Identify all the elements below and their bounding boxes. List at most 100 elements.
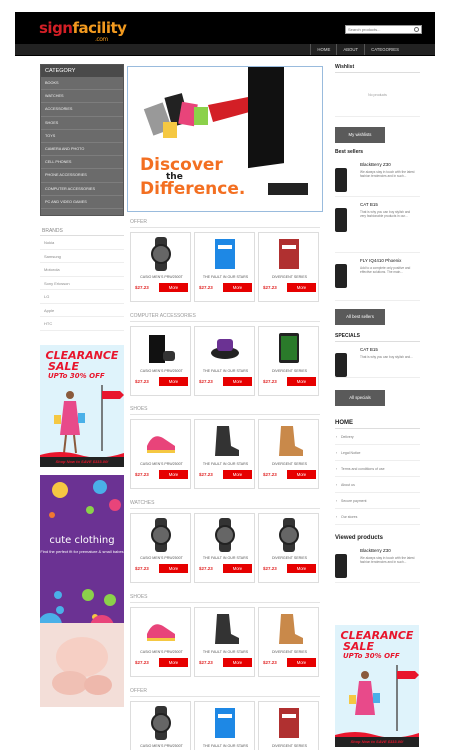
product-name[interactable]: DIVERGENT SERIES bbox=[259, 275, 320, 279]
boot-icon[interactable] bbox=[273, 424, 305, 458]
brand-item[interactable]: HTC bbox=[40, 317, 124, 331]
product-card[interactable]: DIVERGENT SERIES$27.23More bbox=[258, 326, 319, 396]
watch-icon[interactable] bbox=[273, 518, 305, 552]
product-name[interactable]: CASIO MEN'S PRW2500T bbox=[131, 369, 192, 373]
all-bestsellers-button[interactable]: All best sellers bbox=[335, 309, 385, 325]
home-link[interactable]: About us bbox=[335, 477, 420, 493]
product-name[interactable]: CAT B15 bbox=[360, 202, 415, 207]
product-name[interactable]: DIVERGENT SERIES bbox=[259, 556, 320, 560]
product-name[interactable]: BlackBerry Z30 bbox=[360, 162, 415, 167]
product-card[interactable]: THE FAULT IN OUR STARS$27.23More bbox=[194, 701, 255, 750]
console-icon[interactable] bbox=[145, 331, 177, 365]
product-card[interactable]: CASIO MEN'S PRW2500T$27.23More bbox=[130, 513, 191, 583]
more-button[interactable]: More bbox=[287, 564, 316, 573]
more-button[interactable]: More bbox=[159, 658, 188, 667]
category-item[interactable]: TOYS bbox=[41, 130, 123, 143]
watch-icon[interactable] bbox=[145, 237, 177, 271]
category-item[interactable]: CELL PHONES bbox=[41, 156, 123, 170]
product-card[interactable]: THE FAULT IN OUR STARS$27.23More bbox=[194, 607, 255, 677]
banner-cta[interactable]: Shop Now to SAVE $333.00! bbox=[335, 737, 419, 747]
category-item[interactable]: PC AND VIDEO GAMES bbox=[41, 196, 123, 209]
nav-about[interactable]: ABOUT bbox=[336, 44, 364, 55]
home-link[interactable]: Secure payment bbox=[335, 493, 420, 509]
product-card[interactable]: DIVERGENT SERIES$27.23More bbox=[258, 232, 319, 302]
all-specials-button[interactable]: All specials bbox=[335, 390, 385, 406]
book-icon[interactable] bbox=[209, 237, 241, 271]
shoe-icon[interactable] bbox=[145, 612, 177, 646]
brand-item[interactable]: Apple bbox=[40, 304, 124, 317]
product-card[interactable]: THE FAULT IN OUR STARS$27.23More bbox=[194, 326, 255, 396]
product-name[interactable]: DIVERGENT SERIES bbox=[259, 462, 320, 466]
banner-cta[interactable]: Shop Now to SAVE $333.00! bbox=[40, 457, 124, 467]
shoe-icon[interactable] bbox=[145, 424, 177, 458]
more-button[interactable]: More bbox=[223, 377, 252, 386]
watch-icon[interactable] bbox=[209, 518, 241, 552]
nav-home[interactable]: HOME bbox=[310, 44, 336, 55]
more-button[interactable]: More bbox=[287, 658, 316, 667]
product-name[interactable]: DIVERGENT SERIES bbox=[259, 650, 320, 654]
product-card[interactable]: THE FAULT IN OUR STARS$27.23More bbox=[194, 232, 255, 302]
home-link[interactable]: Delivery bbox=[335, 429, 420, 445]
product-card[interactable]: CASIO MEN'S PRW2500T$27.23More bbox=[130, 326, 191, 396]
clearance-sale-banner-right[interactable]: CLEARANCE SALE UPTo 30% OFF Shop Now to … bbox=[335, 625, 419, 747]
home-link[interactable]: Legal Notice bbox=[335, 445, 420, 461]
more-button[interactable]: More bbox=[287, 283, 316, 292]
site-logo[interactable]: signfacility .com bbox=[39, 19, 127, 43]
product-card[interactable]: DIVERGENT SERIES$27.23More bbox=[258, 513, 319, 583]
product-card[interactable]: DIVERGENT SERIES$27.23More bbox=[258, 701, 319, 750]
bestseller-item[interactable]: FLY IQ4410 Phoenix Add to a complete onl… bbox=[335, 253, 420, 301]
brand-item[interactable]: Nokia bbox=[40, 236, 124, 250]
book-icon[interactable] bbox=[273, 237, 305, 271]
product-card[interactable]: THE FAULT IN OUR STARS$27.23More bbox=[194, 513, 255, 583]
product-name[interactable]: CASIO MEN'S PRW2500T bbox=[131, 744, 192, 748]
product-name[interactable]: THE FAULT IN OUR STARS bbox=[195, 556, 256, 560]
more-button[interactable]: More bbox=[223, 658, 252, 667]
book-icon[interactable] bbox=[273, 706, 305, 740]
brand-item[interactable]: Sony Ericsson bbox=[40, 277, 124, 290]
category-item[interactable]: WATCHES bbox=[41, 90, 123, 104]
search-input[interactable] bbox=[346, 26, 412, 33]
more-button[interactable]: More bbox=[159, 377, 188, 386]
product-name[interactable]: DIVERGENT SERIES bbox=[259, 369, 320, 373]
product-name[interactable]: BlackBerry Z30 bbox=[360, 548, 415, 553]
gadget-icon[interactable] bbox=[209, 331, 241, 365]
product-name[interactable]: CAT B15 bbox=[360, 347, 420, 352]
product-card[interactable]: CASIO MEN'S PRW2500T$27.23More bbox=[130, 701, 191, 750]
product-name[interactable]: CASIO MEN'S PRW2500T bbox=[131, 556, 192, 560]
more-button[interactable]: More bbox=[223, 470, 252, 479]
more-button[interactable]: More bbox=[287, 377, 316, 386]
boot-icon[interactable] bbox=[209, 612, 241, 646]
more-button[interactable]: More bbox=[159, 283, 188, 292]
more-button[interactable]: More bbox=[287, 470, 316, 479]
clearance-sale-banner[interactable]: CLEARANCE SALE UPTo 30% OFF Shop Now to … bbox=[40, 345, 124, 467]
product-card[interactable]: DIVERGENT SERIES$27.23More bbox=[258, 607, 319, 677]
category-item[interactable]: ACCESSORIES bbox=[41, 103, 123, 117]
product-card[interactable]: CASIO MEN'S PRW2500T$27.23More bbox=[130, 232, 191, 302]
product-card[interactable]: CASIO MEN'S PRW2500T$27.23More bbox=[130, 419, 191, 489]
watch-icon[interactable] bbox=[145, 706, 177, 740]
product-card[interactable]: DIVERGENT SERIES$27.23More bbox=[258, 419, 319, 489]
product-name[interactable]: DIVERGENT SERIES bbox=[259, 744, 320, 748]
watch-icon[interactable] bbox=[145, 518, 177, 552]
product-name[interactable]: THE FAULT IN OUR STARS bbox=[195, 275, 256, 279]
nav-categories[interactable]: CATEGORIES bbox=[364, 44, 405, 55]
more-button[interactable]: More bbox=[223, 283, 252, 292]
more-button[interactable]: More bbox=[159, 564, 188, 573]
brand-item[interactable]: LG bbox=[40, 290, 124, 304]
product-name[interactable]: CASIO MEN'S PRW2500T bbox=[131, 650, 192, 654]
category-item[interactable]: CAMERA AND PHOTO bbox=[41, 143, 123, 157]
product-name[interactable]: THE FAULT IN OUR STARS bbox=[195, 744, 256, 748]
brand-item[interactable]: Motorola bbox=[40, 263, 124, 277]
tablet-icon[interactable] bbox=[273, 331, 305, 365]
home-link[interactable]: Our stores bbox=[335, 509, 420, 525]
category-item[interactable]: PHONE ACCESSORIES bbox=[41, 169, 123, 183]
bestseller-item[interactable]: CAT B15 That is why you can buy stylish … bbox=[335, 197, 420, 253]
product-card[interactable]: CASIO MEN'S PRW2500T$27.23More bbox=[130, 607, 191, 677]
book-icon[interactable] bbox=[209, 706, 241, 740]
more-button[interactable]: More bbox=[159, 470, 188, 479]
category-item[interactable]: COMPUTER ACCESSORIES bbox=[41, 183, 123, 196]
cute-clothing-banner[interactable]: cute clothing Find the perfect fit for p… bbox=[40, 475, 124, 707]
boot-icon[interactable] bbox=[273, 612, 305, 646]
home-link[interactable]: Terms and conditions of use bbox=[335, 461, 420, 477]
boot-icon[interactable] bbox=[209, 424, 241, 458]
